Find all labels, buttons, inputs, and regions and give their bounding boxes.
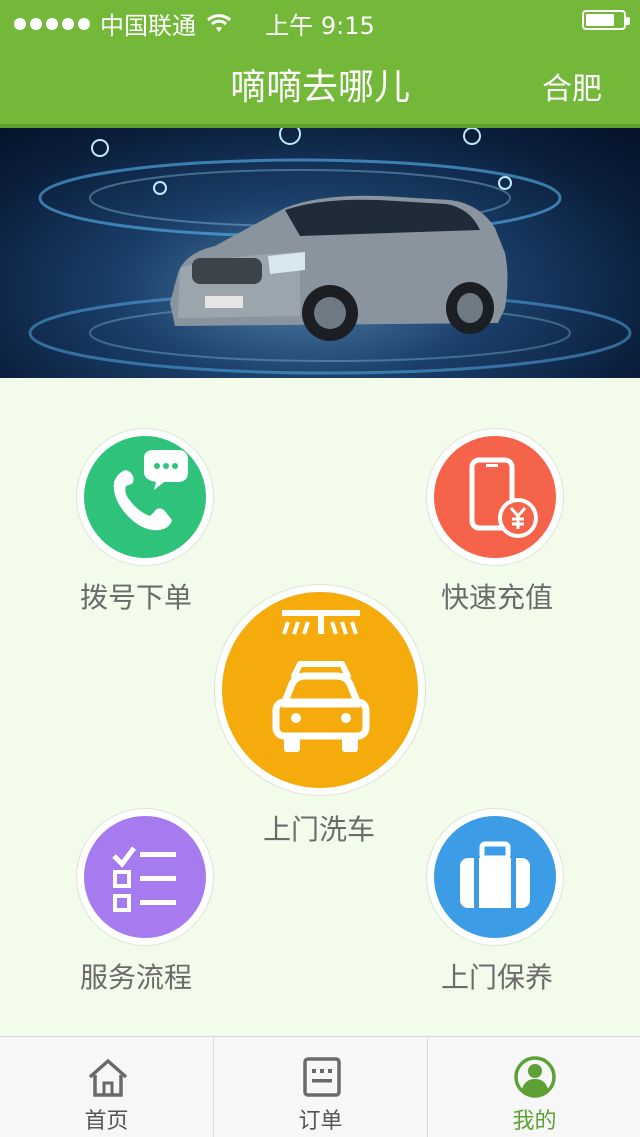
tab-mine-label: 我的: [512, 1109, 557, 1134]
dial-order-label: 拨号下单: [80, 581, 193, 614]
service-flow-label: 服务流程: [80, 961, 193, 994]
quick-recharge-circle: [434, 436, 556, 558]
tab-mine[interactable]: 我的: [427, 1037, 640, 1137]
checklist-icon: [112, 846, 176, 912]
home-icon: [88, 1059, 128, 1097]
status-time: 上午 9:15: [265, 12, 375, 40]
phone-chat-icon: [113, 450, 188, 531]
battery-icon: [582, 10, 630, 30]
city-selector[interactable]: 合肥: [542, 64, 602, 108]
dial-order-circle: [84, 436, 206, 558]
phone-yen-icon: [469, 457, 538, 538]
tab-bar: 首页 订单 我的: [0, 1036, 640, 1137]
tab-home[interactable]: 首页: [0, 1037, 213, 1137]
top-bar: 中国联通 上午 9:15 嘀嘀去哪儿 合肥: [0, 0, 640, 128]
quick-recharge-label: 快速充值: [441, 581, 554, 614]
user-icon: [514, 1056, 556, 1098]
promo-banner[interactable]: [0, 128, 640, 378]
car-wash-circle: [222, 592, 418, 788]
car-wash-label: 上门洗车: [263, 813, 376, 846]
banner-car-image: [28, 128, 632, 375]
status-bar: 中国联通 上午 9:15: [0, 0, 640, 42]
home-maintenance-circle: [434, 816, 556, 938]
service-grid: 拨号下单 快速充值 上门洗车 服务流程 上门保养: [0, 378, 640, 1036]
suitcase-icon: [460, 841, 530, 908]
tab-home-label: 首页: [84, 1109, 129, 1134]
tab-orders[interactable]: 订单: [213, 1037, 427, 1137]
tab-orders-label: 订单: [298, 1109, 343, 1134]
order-list-icon: [303, 1057, 341, 1097]
home-maintenance-label: 上门保养: [441, 961, 554, 994]
service-flow-circle: [84, 816, 206, 938]
car-wash-icon: [272, 610, 370, 752]
